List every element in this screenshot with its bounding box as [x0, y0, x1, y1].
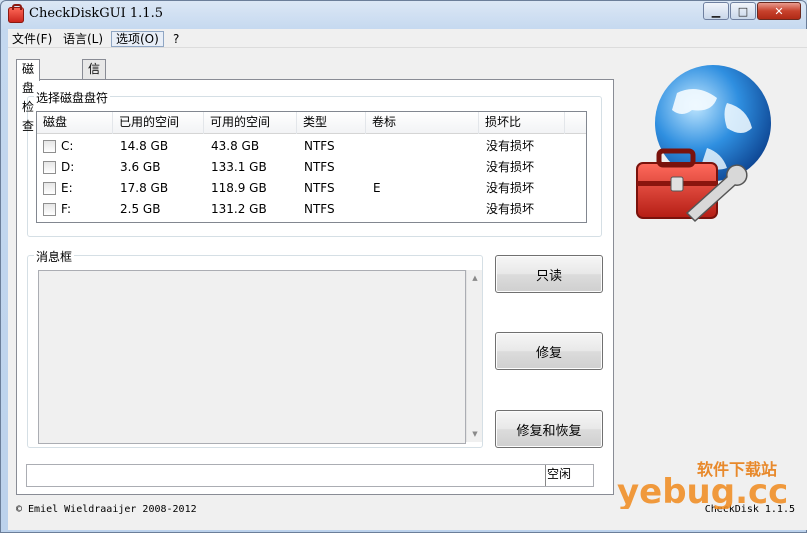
- tab-info[interactable]: 信息: [82, 59, 107, 95]
- toolbox-icon: [8, 4, 24, 23]
- repair-button[interactable]: 修复: [495, 332, 603, 370]
- drive-checkbox[interactable]: [43, 161, 56, 174]
- drive-row[interactable]: D: 3.6 GB 133.1 GB NTFS 没有损坏: [37, 157, 586, 178]
- drive-letter: C:: [61, 139, 74, 153]
- maximize-button[interactable]: □: [730, 2, 756, 20]
- col-type[interactable]: 类型: [297, 112, 366, 134]
- drive-used: 3.6 GB: [120, 160, 161, 174]
- drive-letter: F:: [61, 202, 72, 216]
- drive-damage: 没有损坏: [486, 160, 535, 174]
- col-damage[interactable]: 损坏比: [479, 112, 565, 134]
- drive-checkbox[interactable]: [43, 182, 56, 195]
- status-text: 空闲: [545, 465, 571, 486]
- drive-free: 133.1 GB: [211, 160, 267, 174]
- drive-row[interactable]: C: 14.8 GB 43.8 GB NTFS 没有损坏: [37, 136, 586, 157]
- repair-recover-button[interactable]: 修复和恢复: [495, 410, 603, 448]
- drive-free: 131.2 GB: [211, 202, 267, 216]
- disk-check-panel: 选择磁盘盘符 磁盘 已用的空间 可用的空间 类型 卷标 损坏比 C: 14.8 …: [16, 79, 614, 495]
- menu-options[interactable]: 选项(O): [111, 31, 164, 47]
- drive-type: NTFS: [304, 202, 335, 216]
- drive-type: NTFS: [304, 139, 335, 153]
- drive-damage: 没有损坏: [486, 139, 535, 153]
- drive-type: NTFS: [304, 160, 335, 174]
- watermark-logo: 软件下载站 yebug.cc: [617, 460, 788, 509]
- drive-checkbox[interactable]: [43, 203, 56, 216]
- readonly-button[interactable]: 只读: [495, 255, 603, 293]
- app-window: CheckDiskGUI 1.1.5 ▁ □ ✕ 文件(F) 语言(L) 选项(…: [0, 0, 807, 533]
- watermark-brand: yebug.cc: [617, 472, 788, 509]
- copyright-text: © Emiel Wieldraaijer 2008-2012: [16, 504, 197, 515]
- col-drive[interactable]: 磁盘: [37, 112, 113, 134]
- drive-used: 2.5 GB: [120, 202, 161, 216]
- window-title: CheckDiskGUI 1.1.5: [29, 6, 163, 21]
- menu-file[interactable]: 文件(F): [8, 31, 56, 47]
- menu-language[interactable]: 语言(L): [59, 31, 107, 47]
- close-icon: ✕: [774, 4, 784, 18]
- scroll-up-icon[interactable]: ▲: [467, 270, 483, 286]
- drive-free: 118.9 GB: [211, 181, 267, 195]
- message-box[interactable]: [38, 270, 466, 444]
- tab-disk-check[interactable]: 磁盘检查: [16, 59, 41, 133]
- drive-letter: D:: [61, 160, 75, 174]
- drive-group-title: 选择磁盘盘符: [34, 89, 111, 106]
- drive-damage: 没有损坏: [486, 181, 535, 195]
- menu-help[interactable]: ?: [169, 31, 183, 47]
- drive-type: NTFS: [304, 181, 335, 195]
- drive-row[interactable]: F: 2.5 GB 131.2 GB NTFS 没有损坏: [37, 199, 586, 220]
- maximize-icon: □: [737, 4, 749, 18]
- minimize-icon: ▁: [711, 4, 721, 18]
- col-label[interactable]: 卷标: [366, 112, 479, 134]
- col-used[interactable]: 已用的空间: [113, 112, 204, 134]
- drive-free: 43.8 GB: [211, 139, 260, 153]
- drive-used: 14.8 GB: [120, 139, 169, 153]
- drive-damage: 没有损坏: [486, 202, 535, 216]
- scroll-down-icon[interactable]: ▼: [467, 426, 483, 442]
- drive-letter: E:: [61, 181, 73, 195]
- drive-checkbox[interactable]: [43, 140, 56, 153]
- message-scrollbar[interactable]: ▲ ▼: [466, 270, 482, 442]
- col-free[interactable]: 可用的空间: [204, 112, 297, 134]
- drive-select-group: 选择磁盘盘符 磁盘 已用的空间 可用的空间 类型 卷标 损坏比 C: 14.8 …: [27, 89, 602, 237]
- close-button[interactable]: ✕: [757, 2, 801, 20]
- message-group-title: 消息框: [34, 248, 75, 265]
- drive-label: E: [373, 181, 381, 195]
- message-group: 消息框 ▲ ▼: [27, 248, 483, 448]
- drive-row[interactable]: E: 17.8 GB 118.9 GB NTFS E 没有损坏: [37, 178, 586, 199]
- status-bar: 空闲: [26, 464, 594, 487]
- minimize-button[interactable]: ▁: [703, 2, 729, 20]
- drive-list[interactable]: 磁盘 已用的空间 可用的空间 类型 卷标 损坏比 C: 14.8 GB 43.8…: [36, 111, 587, 223]
- globe-toolbox-icon: [636, 65, 771, 223]
- menu-bar: 文件(F) 语言(L) 选项(O) ?: [8, 29, 807, 48]
- drive-used: 17.8 GB: [120, 181, 169, 195]
- drive-list-header: 磁盘 已用的空间 可用的空间 类型 卷标 损坏比: [37, 112, 586, 134]
- title-bar[interactable]: CheckDiskGUI 1.1.5 ▁ □ ✕: [1, 1, 806, 28]
